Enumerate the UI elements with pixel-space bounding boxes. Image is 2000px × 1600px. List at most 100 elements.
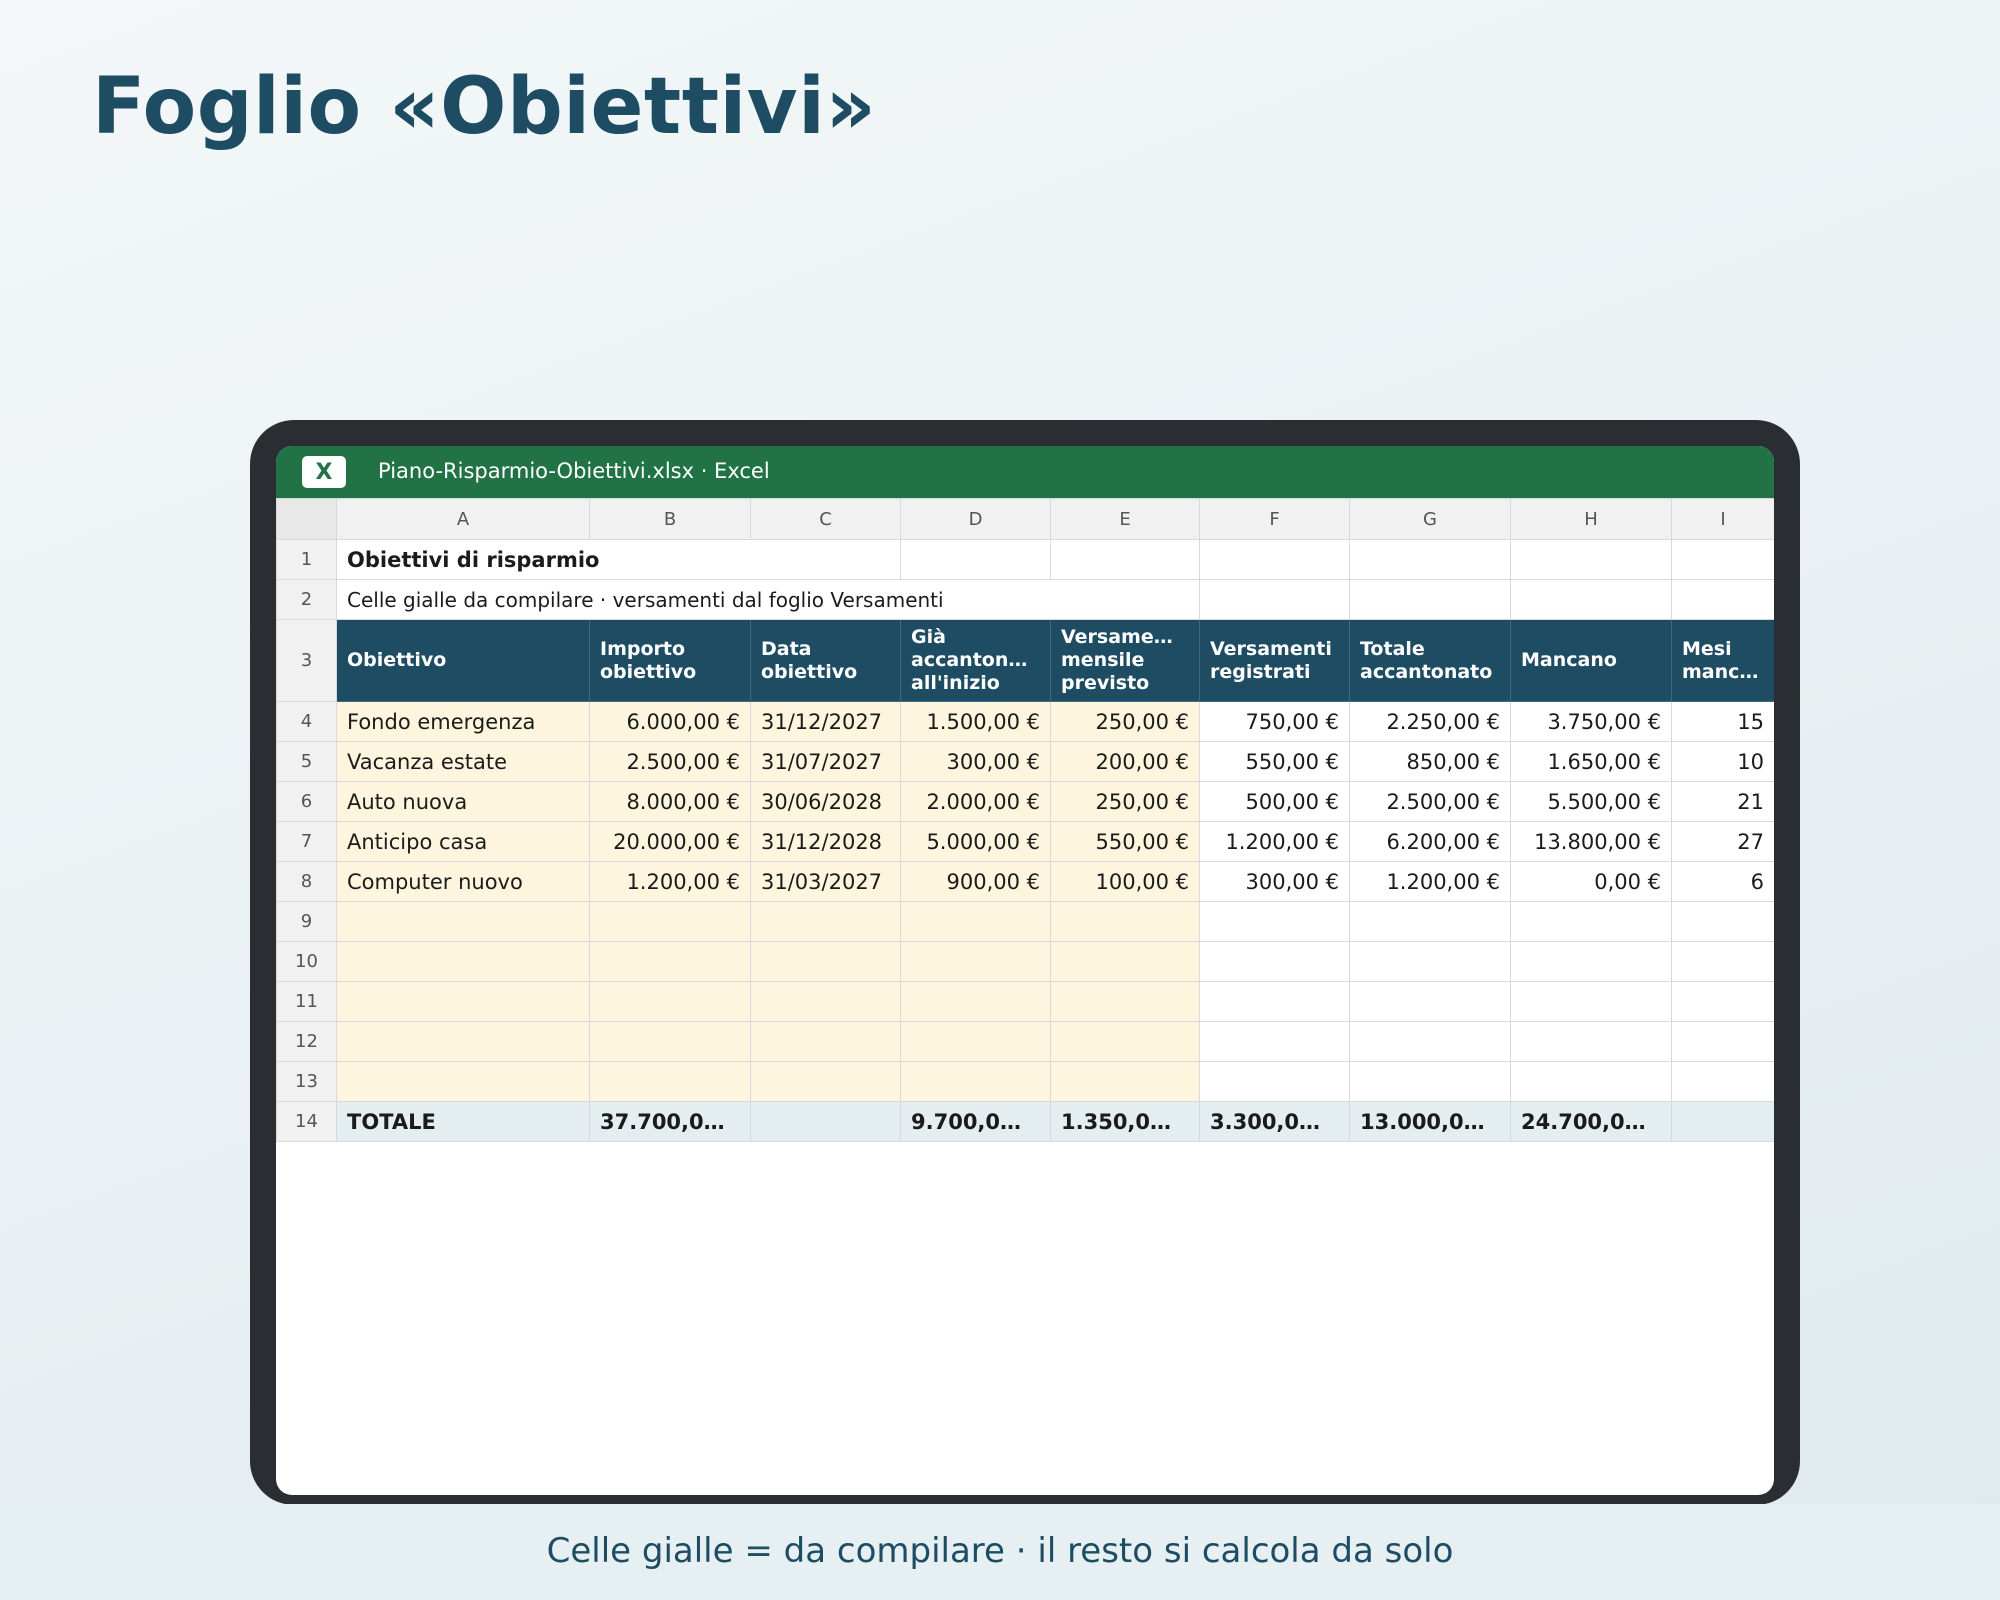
calculated-cell[interactable] (1671, 901, 1774, 942)
input-cell[interactable] (900, 981, 1051, 1022)
calculated-cell[interactable] (1349, 901, 1511, 942)
input-cell[interactable]: 30/06/2028 (750, 781, 901, 822)
calculated-cell[interactable]: 15 (1671, 701, 1774, 742)
column-header-f[interactable]: F (1199, 498, 1350, 540)
calculated-cell[interactable] (1199, 1061, 1350, 1102)
input-cell[interactable]: 2.500,00 € (589, 741, 751, 782)
input-cell[interactable]: 250,00 € (1050, 781, 1200, 822)
column-header-h[interactable]: H (1510, 498, 1672, 540)
input-cell[interactable] (900, 1061, 1051, 1102)
calculated-cell[interactable] (1199, 981, 1350, 1022)
calculated-cell[interactable]: 10 (1671, 741, 1774, 782)
calculated-cell[interactable] (1199, 1021, 1350, 1062)
row-header[interactable]: 6 (276, 781, 337, 822)
calculated-cell[interactable]: 0,00 € (1510, 861, 1672, 902)
cell[interactable] (1050, 539, 1200, 580)
total-label[interactable]: TOTALE (336, 1101, 590, 1142)
calculated-cell[interactable] (1349, 981, 1511, 1022)
table-header-cell[interactable]: Versame… mensile previsto (1050, 619, 1200, 702)
column-header-d[interactable]: D (900, 498, 1051, 540)
input-cell[interactable] (589, 1021, 751, 1062)
input-cell[interactable] (1050, 981, 1200, 1022)
input-cell[interactable] (589, 901, 751, 942)
input-cell[interactable]: 550,00 € (1050, 821, 1200, 862)
calculated-cell[interactable]: 1.650,00 € (1510, 741, 1672, 782)
column-header-b[interactable]: B (589, 498, 751, 540)
column-header-e[interactable]: E (1050, 498, 1200, 540)
select-all-corner[interactable] (276, 498, 337, 540)
input-cell[interactable]: Vacanza estate (336, 741, 590, 782)
row-header[interactable]: 3 (276, 619, 337, 702)
row-header[interactable]: 5 (276, 741, 337, 782)
cell[interactable] (1199, 539, 1350, 580)
calculated-cell[interactable] (1349, 1061, 1511, 1102)
input-cell[interactable] (336, 1021, 590, 1062)
calculated-cell[interactable]: 3.750,00 € (1510, 701, 1672, 742)
calculated-cell[interactable] (1510, 1061, 1672, 1102)
input-cell[interactable] (589, 941, 751, 982)
table-header-cell[interactable]: Obiettivo (336, 619, 590, 702)
total-cell[interactable]: 13.000,0… (1349, 1101, 1511, 1142)
calculated-cell[interactable]: 27 (1671, 821, 1774, 862)
calculated-cell[interactable] (1510, 981, 1672, 1022)
column-header-c[interactable]: C (750, 498, 901, 540)
input-cell[interactable]: Fondo emergenza (336, 701, 590, 742)
total-cell[interactable]: 1.350,0… (1050, 1101, 1200, 1142)
cell[interactable] (900, 539, 1051, 580)
calculated-cell[interactable] (1199, 941, 1350, 982)
input-cell[interactable] (900, 1021, 1051, 1062)
input-cell[interactable] (900, 901, 1051, 942)
cell[interactable] (1349, 539, 1511, 580)
row-header[interactable]: 14 (276, 1101, 337, 1142)
total-cell[interactable]: 37.700,0… (589, 1101, 751, 1142)
input-cell[interactable] (750, 981, 901, 1022)
calculated-cell[interactable]: 300,00 € (1199, 861, 1350, 902)
column-header-i[interactable]: I (1671, 498, 1774, 540)
table-header-cell[interactable]: Totale accantonato (1349, 619, 1511, 702)
total-cell[interactable]: 3.300,0… (1199, 1101, 1350, 1142)
table-header-cell[interactable]: Mancano (1510, 619, 1672, 702)
input-cell[interactable] (336, 981, 590, 1022)
input-cell[interactable]: Auto nuova (336, 781, 590, 822)
calculated-cell[interactable] (1671, 981, 1774, 1022)
row-header[interactable]: 12 (276, 1021, 337, 1062)
calculated-cell[interactable] (1671, 1061, 1774, 1102)
input-cell[interactable] (750, 901, 901, 942)
calculated-cell[interactable] (1510, 1021, 1672, 1062)
input-cell[interactable]: 900,00 € (900, 861, 1051, 902)
column-header-g[interactable]: G (1349, 498, 1511, 540)
row-header[interactable]: 9 (276, 901, 337, 942)
calculated-cell[interactable] (1199, 901, 1350, 942)
calculated-cell[interactable] (1510, 941, 1672, 982)
total-cell[interactable]: 9.700,0… (900, 1101, 1051, 1142)
input-cell[interactable] (1050, 901, 1200, 942)
total-cell[interactable] (750, 1101, 901, 1142)
input-cell[interactable]: 31/03/2027 (750, 861, 901, 902)
input-cell[interactable]: 31/07/2027 (750, 741, 901, 782)
calculated-cell[interactable] (1349, 1021, 1511, 1062)
calculated-cell[interactable] (1671, 941, 1774, 982)
input-cell[interactable]: 300,00 € (900, 741, 1051, 782)
cell[interactable] (1671, 579, 1774, 620)
calculated-cell[interactable]: 1.200,00 € (1199, 821, 1350, 862)
input-cell[interactable] (900, 941, 1051, 982)
table-header-cell[interactable]: Data obiettivo (750, 619, 901, 702)
input-cell[interactable]: 5.000,00 € (900, 821, 1051, 862)
input-cell[interactable]: 8.000,00 € (589, 781, 751, 822)
calculated-cell[interactable] (1510, 901, 1672, 942)
row-header[interactable]: 4 (276, 701, 337, 742)
cell[interactable] (1349, 579, 1511, 620)
column-header-a[interactable]: A (336, 498, 590, 540)
calculated-cell[interactable]: 2.500,00 € (1349, 781, 1511, 822)
input-cell[interactable] (1050, 1021, 1200, 1062)
calculated-cell[interactable]: 1.200,00 € (1349, 861, 1511, 902)
input-cell[interactable]: Computer nuovo (336, 861, 590, 902)
calculated-cell[interactable]: 21 (1671, 781, 1774, 822)
row-header[interactable]: 11 (276, 981, 337, 1022)
calculated-cell[interactable]: 6 (1671, 861, 1774, 902)
input-cell[interactable]: 250,00 € (1050, 701, 1200, 742)
row-header[interactable]: 10 (276, 941, 337, 982)
input-cell[interactable] (750, 1021, 901, 1062)
input-cell[interactable] (750, 1061, 901, 1102)
row-header[interactable]: 8 (276, 861, 337, 902)
